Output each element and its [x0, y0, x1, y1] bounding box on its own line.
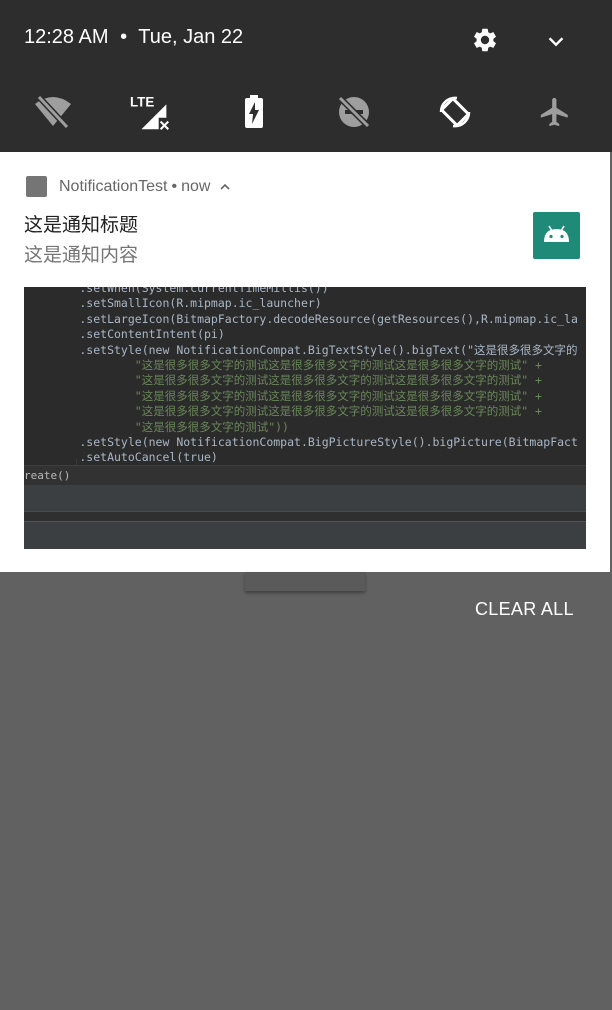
code-line: .setWhen(System.currentTimeMillis())	[24, 287, 329, 295]
chevron-up-icon[interactable]	[219, 181, 231, 193]
code-line: .setAutoCancel(true)	[24, 450, 218, 465]
editor-panel	[24, 485, 586, 511]
quick-settings-header: 12:28 AM • Tue, Jan 22 LTE	[0, 0, 612, 152]
card-stack-shadow	[245, 572, 365, 591]
big-picture-image: .setWhen(System.currentTimeMillis()) .se…	[24, 287, 586, 549]
notification-time: now	[181, 178, 211, 195]
editor-status-bar: reate()	[24, 465, 586, 485]
code-line: "这是很多很多文字的测试这是很多很多文字的测试这是很多很多文字的测试" +	[24, 388, 542, 403]
code-line: "这是很多很多文字的测试这是很多很多文字的测试这是很多很多文字的测试" +	[24, 373, 542, 388]
header-separator: •	[171, 178, 178, 195]
code-line: "这是很多很多文字的测试这是很多很多文字的测试这是很多很多文字的测试" +	[24, 357, 542, 372]
auto-rotate-icon[interactable]	[433, 90, 477, 134]
quick-tiles-row: LTE	[0, 90, 612, 134]
notification-content: 这是通知内容	[24, 244, 139, 266]
code-editor-image: .setWhen(System.currentTimeMillis()) .se…	[24, 287, 586, 464]
status-datetime: 12:28 AM • Tue, Jan 22	[24, 26, 243, 49]
airplane-mode-icon[interactable]	[533, 90, 577, 134]
app-name: NotificationTest	[59, 178, 168, 195]
wifi-off-icon[interactable]	[31, 90, 75, 134]
code-line: "这是很多很多文字的测试"))	[24, 419, 289, 434]
gear-icon[interactable]	[471, 26, 499, 54]
editor-bottom-panel	[24, 521, 586, 549]
android-large-icon	[533, 212, 580, 259]
notification-header[interactable]: NotificationTest • now	[59, 178, 231, 196]
notification-title: 这是通知标题	[24, 214, 139, 236]
editor-status-text: reate()	[24, 469, 71, 482]
app-small-icon	[26, 176, 47, 197]
status-date: Tue, Jan 22	[138, 26, 244, 48]
battery-saver-icon[interactable]	[232, 90, 276, 134]
clear-all-button[interactable]: CLEAR ALL	[475, 599, 574, 620]
code-line: .setStyle(new NotificationCompat.BigPict…	[24, 434, 578, 449]
code-line: .setLargeIcon(BitmapFactory.decodeResour…	[24, 311, 578, 326]
notification-card[interactable]: NotificationTest • now 这是通知标题 这是通知内容 .setW…	[0, 152, 610, 572]
dnd-icon[interactable]	[332, 90, 376, 134]
chevron-down-icon[interactable]	[545, 30, 567, 52]
code-line: .setSmallIcon(R.mipmap.ic_launcher)	[24, 296, 322, 311]
status-separator: •	[120, 26, 128, 48]
lte-signal-icon[interactable]: LTE	[130, 90, 174, 134]
code-line: "这是很多很多文字的测试这是很多很多文字的测试这是很多很多文字的测试" +	[24, 404, 542, 419]
lte-label: LTE	[130, 94, 154, 109]
code-line: .setContentIntent(pi)	[24, 327, 225, 342]
code-line: .setStyle(new NotificationCompat.BigText…	[24, 342, 578, 357]
editor-divider	[24, 511, 586, 521]
status-time: 12:28 AM	[24, 26, 109, 48]
